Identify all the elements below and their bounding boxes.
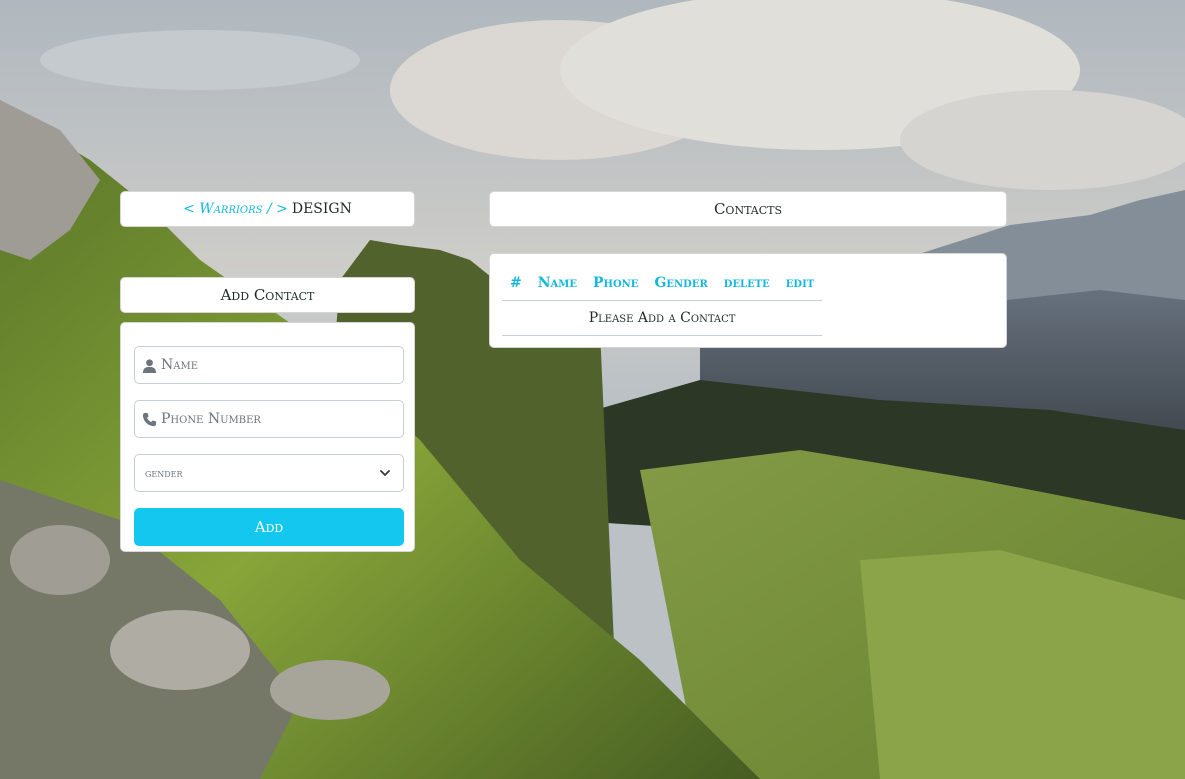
chevron-down-icon <box>377 465 393 481</box>
column-header-number: # <box>502 266 530 301</box>
contacts-table: # Name Phone Gender delete edit Please A… <box>502 266 823 336</box>
name-field[interactable] <box>134 346 404 384</box>
add-contact-form: gender Add <box>120 322 415 552</box>
add-contact-title-card: Add Contact <box>120 277 415 313</box>
brand-accent-text: < Warriors / > <box>183 201 288 217</box>
brand-header: < Warriors / > DESIGN <box>120 191 415 227</box>
name-input[interactable] <box>161 357 381 373</box>
table-header-row: # Name Phone Gender delete edit <box>502 266 823 301</box>
gender-select[interactable]: gender <box>134 454 404 492</box>
phone-input[interactable] <box>161 411 381 427</box>
column-header-name: Name <box>529 266 585 301</box>
add-button[interactable]: Add <box>134 508 404 546</box>
brand-design-text: DESIGN <box>291 201 352 217</box>
table-row: Please Add a Contact <box>502 300 823 336</box>
column-header-phone: Phone <box>584 266 647 301</box>
column-header-edit: edit <box>777 266 823 301</box>
column-header-delete: delete <box>715 266 778 301</box>
empty-message: Please Add a Contact <box>502 300 823 336</box>
user-icon <box>141 357 157 373</box>
phone-icon <box>141 411 157 427</box>
column-header-gender: Gender <box>646 266 716 301</box>
contacts-title-card: Contacts <box>489 191 1007 227</box>
contacts-title: Contacts <box>713 200 783 218</box>
gender-selected-value: gender <box>145 466 183 480</box>
add-contact-title: Add Contact <box>220 286 315 304</box>
contacts-table-card: # Name Phone Gender delete edit Please A… <box>489 253 1007 348</box>
phone-field[interactable] <box>134 400 404 438</box>
